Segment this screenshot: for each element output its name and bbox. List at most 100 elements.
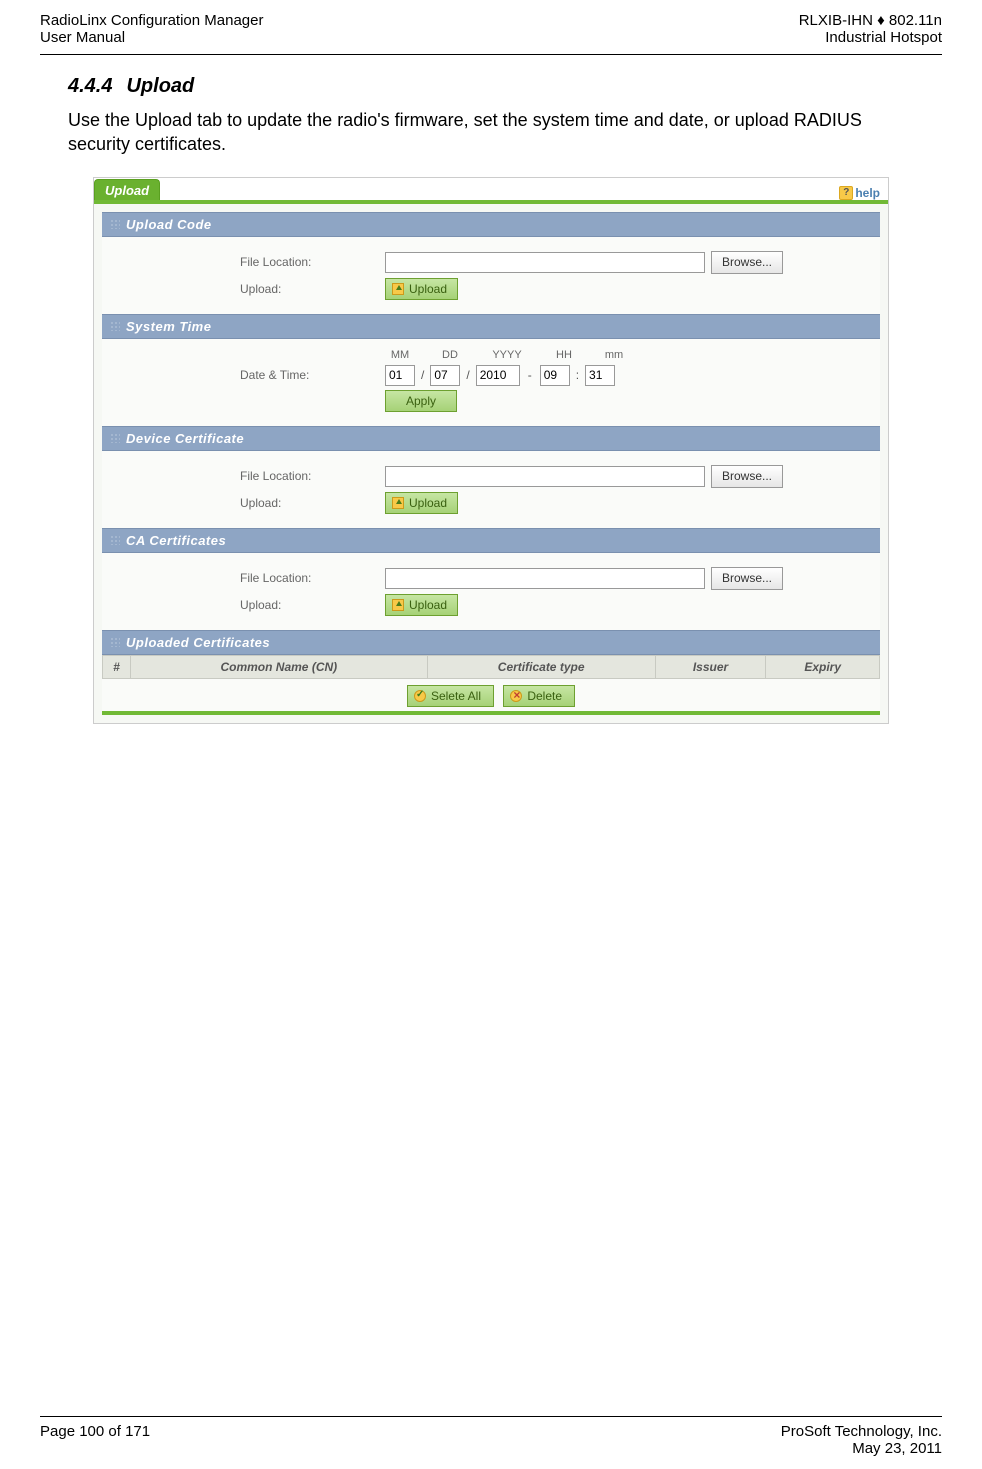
help-link[interactable]: ? help [839, 186, 880, 200]
upload-icon [392, 283, 404, 295]
label-upload: Upload: [110, 282, 385, 296]
input-month[interactable] [385, 365, 415, 386]
upload-button-label: Upload [409, 282, 447, 296]
delete-label: Delete [527, 689, 562, 703]
help-label: help [855, 186, 880, 200]
panel-body-system-time: MM DD YYYY HH mm Date & Time: / / [102, 339, 880, 426]
input-day[interactable] [430, 365, 460, 386]
panel-header-system-time[interactable]: System Time [102, 314, 880, 339]
page-content: 4.4.4 Upload Use the Upload tab to update… [0, 75, 982, 724]
panel-body-upload-code: File Location: Browse... Upload: Upload [102, 237, 880, 314]
footer-date: May 23, 2011 [781, 1440, 942, 1457]
panel-header-device-cert[interactable]: Device Certificate [102, 426, 880, 451]
upload-screenshot: Upload ? help Upload Code File Location:… [93, 177, 889, 724]
upload-button-label: Upload [409, 598, 447, 612]
row-upload: Upload: Upload [110, 594, 872, 616]
panel-body-ca-cert: File Location: Browse... Upload: Upload [102, 553, 880, 630]
accent-bar-bottom [102, 711, 880, 715]
datetime-column-heads: MM DD YYYY HH mm [385, 349, 872, 361]
table-header-row: # Common Name (CN) Certificate type Issu… [103, 655, 880, 678]
datetime-inputs: / / - : [385, 365, 615, 386]
panel-header-upload-code[interactable]: Upload Code [102, 212, 880, 237]
upload-icon [392, 599, 404, 611]
panel-title: Upload Code [126, 217, 212, 232]
row-upload: Upload: Upload [110, 492, 872, 514]
label-datetime: Date & Time: [110, 368, 385, 382]
input-minute[interactable] [585, 365, 615, 386]
doc-subtitle: User Manual [40, 29, 263, 46]
cert-action-row: Selete All Delete [102, 679, 880, 711]
col-cn: Common Name (CN) [131, 655, 428, 678]
product-desc: Industrial Hotspot [799, 29, 942, 46]
page-header: RadioLinx Configuration Manager User Man… [0, 0, 982, 52]
browse-button[interactable]: Browse... [711, 567, 783, 590]
check-icon [414, 690, 426, 702]
header-rule [40, 54, 942, 55]
file-location-input[interactable] [385, 466, 705, 487]
label-file-location: File Location: [110, 469, 385, 483]
upload-icon [392, 497, 404, 509]
label-upload: Upload: [110, 496, 385, 510]
file-location-input[interactable] [385, 568, 705, 589]
label-upload: Upload: [110, 598, 385, 612]
upload-button[interactable]: Upload [385, 492, 458, 514]
col-mn: mm [599, 349, 629, 361]
product-model: RLXIB-IHN ♦ 802.11n [799, 12, 942, 29]
section-number: 4.4.4 [68, 75, 112, 97]
row-file-location: File Location: Browse... [110, 251, 872, 274]
help-icon: ? [839, 186, 853, 200]
col-expiry: Expiry [766, 655, 880, 678]
grip-icon [110, 219, 120, 229]
label-file-location: File Location: [110, 571, 385, 585]
upload-button[interactable]: Upload [385, 594, 458, 616]
apply-button[interactable]: Apply [385, 390, 457, 412]
browse-button[interactable]: Browse... [711, 465, 783, 488]
section-title: Upload [126, 75, 194, 97]
grip-icon [110, 433, 120, 443]
row-file-location: File Location: Browse... [110, 465, 872, 488]
page-footer: Page 100 of 171 ProSoft Technology, Inc.… [40, 1416, 942, 1457]
grip-icon [110, 535, 120, 545]
col-yyyy: YYYY [485, 349, 529, 361]
uploaded-certs-table: # Common Name (CN) Certificate type Issu… [102, 655, 880, 679]
section-heading: 4.4.4 Upload [68, 75, 914, 98]
browse-button[interactable]: Browse... [711, 251, 783, 274]
panel-body-device-cert: File Location: Browse... Upload: Upload [102, 451, 880, 528]
input-year[interactable] [476, 365, 520, 386]
row-datetime: Date & Time: / / - : [110, 365, 872, 386]
panel-title: Device Certificate [126, 431, 244, 446]
label-file-location: File Location: [110, 255, 385, 269]
col-num: # [103, 655, 131, 678]
footer-right: ProSoft Technology, Inc. May 23, 2011 [781, 1423, 942, 1457]
grip-icon [110, 321, 120, 331]
panel-title: Uploaded Certificates [126, 635, 270, 650]
footer-row: Page 100 of 171 ProSoft Technology, Inc.… [40, 1423, 942, 1457]
select-all-button[interactable]: Selete All [407, 685, 494, 707]
panel-header-ca-cert[interactable]: CA Certificates [102, 528, 880, 553]
select-all-label: Selete All [431, 689, 481, 703]
tab-upload[interactable]: Upload [94, 179, 160, 200]
grip-icon [110, 637, 120, 647]
col-dd: DD [435, 349, 465, 361]
row-upload: Upload: Upload [110, 278, 872, 300]
delete-button[interactable]: Delete [503, 685, 575, 707]
input-hour[interactable] [540, 365, 570, 386]
screenshot-topbar: Upload ? help [94, 178, 888, 200]
footer-company: ProSoft Technology, Inc. [781, 1423, 942, 1440]
col-issuer: Issuer [655, 655, 766, 678]
upload-button-label: Upload [409, 496, 447, 510]
panel-title: System Time [126, 319, 211, 334]
delete-icon [510, 690, 522, 702]
doc-title: RadioLinx Configuration Manager [40, 12, 263, 29]
file-location-input[interactable] [385, 252, 705, 273]
col-mm: MM [385, 349, 415, 361]
screenshot-body: Upload Code File Location: Browse... Upl… [94, 204, 888, 723]
col-type: Certificate type [427, 655, 655, 678]
footer-page: Page 100 of 171 [40, 1423, 150, 1457]
upload-button[interactable]: Upload [385, 278, 458, 300]
panel-header-uploaded-certs[interactable]: Uploaded Certificates [102, 630, 880, 655]
footer-rule [40, 1416, 942, 1417]
header-right: RLXIB-IHN ♦ 802.11n Industrial Hotspot [799, 12, 942, 46]
col-hh: HH [549, 349, 579, 361]
section-paragraph: Use the Upload tab to update the radio's… [68, 108, 914, 157]
